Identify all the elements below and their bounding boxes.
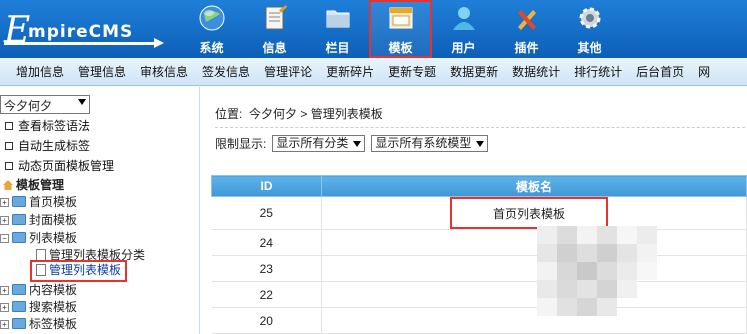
cell-id: 20: [211, 307, 322, 334]
breadcrumb-site-link[interactable]: 今夕何夕: [249, 107, 297, 121]
cell-name: 首页列表模板: [321, 196, 747, 230]
expand-icon[interactable]: +: [0, 198, 9, 207]
folder-icon: [326, 10, 350, 28]
link-auto-generate-tag[interactable]: 自动生成标签: [5, 137, 90, 154]
filter-row: 限制显示: 显示所有分类 显示所有系统模型: [215, 135, 489, 152]
nav-other[interactable]: 其他: [558, 0, 621, 58]
menu-more[interactable]: 网: [698, 63, 710, 80]
gear-icon: [579, 7, 601, 29]
link-view-tag-syntax[interactable]: 查看标签语法: [5, 117, 90, 134]
document-icon: [36, 264, 46, 276]
table-row: 25 首页列表模板: [211, 196, 747, 230]
breadcrumb: 位置: 今夕何夕 > 管理列表模板: [215, 105, 745, 128]
menu-data-update[interactable]: 数据更新: [450, 63, 498, 80]
menu-rank-stats[interactable]: 排行统计: [574, 63, 622, 80]
tree-item-list-template-class[interactable]: 管理列表模板分类: [36, 246, 145, 262]
expand-icon[interactable]: +: [0, 286, 9, 295]
cell-id: 25: [211, 196, 322, 230]
nav-user[interactable]: 用户: [432, 0, 495, 58]
menu-update-fragments[interactable]: 更新碎片: [326, 63, 374, 80]
menu-manage-info[interactable]: 管理信息: [78, 63, 126, 80]
folder-icon: [12, 284, 26, 295]
folder-icon: [12, 196, 26, 207]
nav-info[interactable]: 信息: [243, 0, 306, 58]
expand-icon[interactable]: +: [0, 216, 9, 225]
chevron-down-icon: [78, 99, 86, 105]
notepad-icon: [265, 5, 287, 30]
user-icon: [453, 7, 475, 30]
template-window-icon: [389, 7, 413, 29]
folder-icon: [12, 301, 26, 312]
cell-id: 22: [211, 281, 322, 308]
menu-admin-home[interactable]: 后台首页: [636, 63, 684, 80]
empirecms-logo: E mpireCMS: [0, 8, 170, 51]
left-sidebar: 今夕何夕 查看标签语法 自动生成标签 动态页面模板管理 模板管理 + 首页模板 +…: [0, 87, 200, 334]
bullet-icon: [5, 142, 13, 150]
tools-icon: [518, 10, 536, 30]
nav-system[interactable]: 系统: [180, 0, 243, 58]
nav-template[interactable]: 模板: [369, 0, 432, 58]
nav-plugin[interactable]: 插件: [495, 0, 558, 58]
bullet-icon: [5, 122, 13, 130]
template-name-link[interactable]: 首页列表模板: [450, 197, 608, 229]
breadcrumb-page-link[interactable]: 管理列表模板: [311, 107, 383, 121]
nav-column[interactable]: 栏目: [306, 0, 369, 58]
class-filter-select[interactable]: 显示所有分类: [272, 135, 366, 152]
cell-id: 24: [211, 229, 322, 256]
tree-item-list-template[interactable]: − 列表模板: [0, 229, 77, 245]
menu-add-info[interactable]: 增加信息: [16, 63, 64, 80]
main-content: 位置: 今夕何夕 > 管理列表模板 限制显示: 显示所有分类 显示所有系统模型 …: [201, 87, 747, 334]
expand-icon[interactable]: +: [0, 303, 9, 312]
folder-icon: [12, 232, 26, 243]
menu-sign-info[interactable]: 签发信息: [202, 63, 250, 80]
tree-item-cover-template[interactable]: + 封面模板: [0, 211, 77, 227]
quick-menu-bar: 增加信息 管理信息 审核信息 签发信息 管理评论 更新碎片 更新专题 数据更新 …: [0, 58, 747, 86]
chevron-down-icon: [353, 141, 362, 147]
column-header-name[interactable]: 模板名: [321, 175, 747, 197]
tree-item-manage-list-template[interactable]: 管理列表模板: [29, 260, 128, 282]
menu-audit-info[interactable]: 审核信息: [140, 63, 188, 80]
folder-icon: [12, 214, 26, 225]
main-nav: 系统 信息 栏目 模板 用户 插件 其他: [180, 0, 621, 58]
globe-icon: [199, 5, 225, 31]
collapse-icon[interactable]: −: [0, 234, 9, 243]
menu-update-topics[interactable]: 更新专题: [388, 63, 436, 80]
document-icon: [36, 249, 46, 261]
tree-item-index-template[interactable]: + 首页模板: [0, 193, 77, 209]
model-filter-select[interactable]: 显示所有系统模型: [371, 135, 489, 152]
column-header-id[interactable]: ID: [211, 175, 322, 197]
tree-item-search-template[interactable]: + 搜索模板: [0, 298, 77, 314]
cell-id: 23: [211, 255, 322, 282]
tree-item-tag-template[interactable]: + 标签模板: [0, 315, 77, 331]
menu-manage-comments[interactable]: 管理评论: [264, 63, 312, 80]
tree-root-template-manage[interactable]: 模板管理: [2, 176, 64, 193]
home-icon: [3, 180, 13, 190]
pixelated-mosaic: [537, 226, 657, 316]
top-banner: E mpireCMS 系统 信息 栏目 模板 用户 插件 其他: [0, 0, 747, 58]
site-select[interactable]: 今夕何夕: [0, 95, 90, 114]
chevron-down-icon: [476, 141, 485, 147]
tree-item-content-template[interactable]: + 内容模板: [0, 281, 77, 297]
menu-data-stats[interactable]: 数据统计: [512, 63, 560, 80]
expand-icon[interactable]: +: [0, 320, 9, 329]
folder-icon: [12, 318, 26, 329]
bullet-icon: [5, 162, 13, 170]
link-dynamic-page-templates[interactable]: 动态页面模板管理: [5, 157, 114, 174]
